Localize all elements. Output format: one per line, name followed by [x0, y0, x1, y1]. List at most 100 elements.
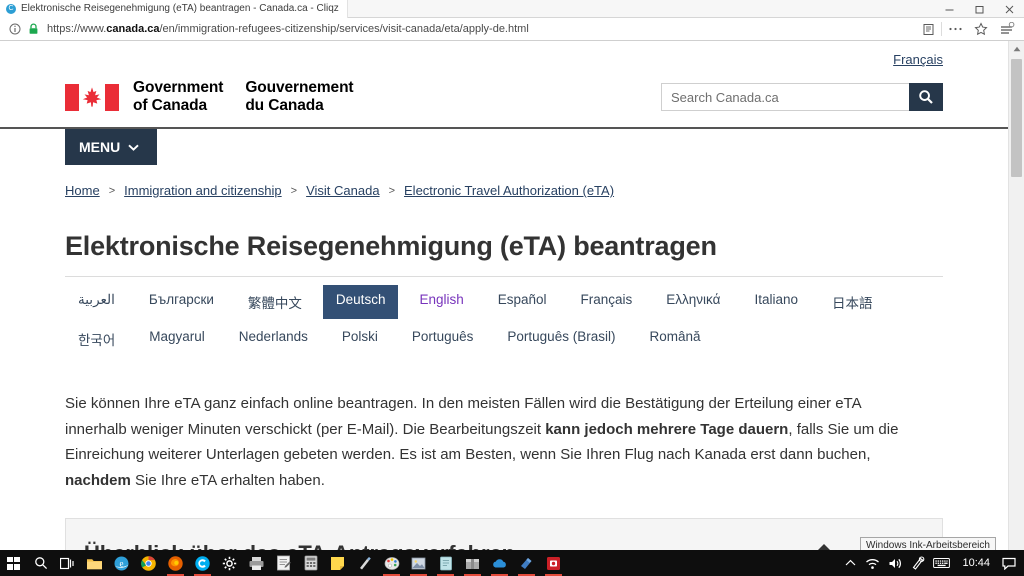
browser-tab-title: Elektronische Reisegenehmigung (eTA) bea… [21, 3, 339, 14]
canada-flag-icon [65, 83, 119, 111]
sticky-notes-icon[interactable] [324, 550, 351, 576]
language-toggle-link[interactable]: Français [893, 52, 943, 67]
paint-icon[interactable] [378, 550, 405, 576]
cliqz-browser-icon[interactable] [189, 550, 216, 576]
browser-tab[interactable]: C Elektronische Reisegenehmigung (eTA) b… [0, 0, 348, 18]
google-chrome-icon[interactable] [135, 550, 162, 576]
search-button[interactable] [909, 83, 943, 111]
volume-icon[interactable] [884, 550, 907, 576]
brand-row: Government of Canada Gouvernement du Can… [65, 71, 943, 127]
windows-taskbar: e 10:44 [0, 550, 1024, 576]
breadcrumb-separator: > [388, 184, 396, 197]
show-hidden-icons-chevron[interactable] [839, 550, 861, 576]
breadcrumb-separator: > [290, 184, 298, 197]
settings-gear-icon[interactable] [216, 550, 243, 576]
page-viewport: Français Government of Canada Gouverneme… [0, 41, 1024, 567]
scroll-up-arrow-icon[interactable] [1009, 41, 1024, 57]
printer-icon[interactable] [243, 550, 270, 576]
lang-tab-nederlands[interactable]: Nederlands [226, 322, 321, 356]
snipping-tool-icon[interactable] [351, 550, 378, 576]
notepad-icon[interactable] [270, 550, 297, 576]
window-controls [934, 0, 1024, 18]
lang-tab-greek[interactable]: Ελληνικά [653, 285, 733, 319]
language-tabs: العربية Български 繁體中文 Deutsch English E… [65, 285, 943, 359]
bookmark-star-icon[interactable] [968, 19, 994, 39]
search-input[interactable] [661, 83, 909, 111]
lang-tab-korean[interactable]: 한국어 [65, 322, 128, 356]
reader-mode-icon[interactable] [915, 19, 941, 39]
menu-button-label: MENU [79, 139, 121, 155]
breadcrumb-item-immigration[interactable]: Immigration and citizenship [124, 183, 282, 198]
intro-paragraph: Sie können Ihre eTA ganz einfach online … [65, 391, 925, 493]
touch-keyboard-icon[interactable] [929, 550, 954, 576]
lang-tab-romana[interactable]: Română [636, 322, 713, 356]
scrollbar-thumb[interactable] [1011, 59, 1022, 177]
page-title: Elektronische Reisegenehmigung (eTA) bea… [65, 231, 943, 277]
url-prefix: https://www. [47, 23, 107, 35]
media-player-icon[interactable] [513, 550, 540, 576]
page-info-icon[interactable] [8, 22, 22, 36]
wordmark-text: Government of Canada Gouvernement du Can… [133, 79, 354, 115]
breadcrumb-item-home[interactable]: Home [65, 183, 100, 198]
task-view-icon[interactable] [54, 550, 81, 576]
menu-button[interactable]: MENU [65, 129, 157, 165]
file-explorer-icon[interactable] [81, 550, 108, 576]
chevron-down-icon [128, 144, 139, 151]
screen: C Elektronische Reisegenehmigung (eTA) b… [0, 0, 1024, 576]
breadcrumb-item-eta[interactable]: Electronic Travel Authorization (eTA) [404, 183, 614, 198]
windows-start-icon[interactable] [0, 550, 27, 576]
url-text[interactable]: https://www.canada.ca/en/immigration-ref… [47, 23, 915, 35]
page-actions-icon[interactable] [942, 19, 968, 39]
archive-icon[interactable] [459, 550, 486, 576]
lang-tab-deutsch[interactable]: Deutsch [322, 285, 399, 319]
site-search [661, 83, 943, 111]
url-path: /en/immigration-refugees-citizenship/ser… [159, 23, 529, 35]
maximize-icon[interactable] [964, 0, 994, 18]
close-icon[interactable] [994, 0, 1024, 18]
menu-band: MENU [0, 127, 1008, 165]
taskbar-clock[interactable]: 10:44 [954, 550, 998, 576]
screenshot-tool-icon[interactable] [540, 550, 567, 576]
internet-explorer-icon[interactable]: e [108, 550, 135, 576]
wifi-icon[interactable] [861, 550, 884, 576]
svg-text:e: e [120, 558, 124, 568]
photo-viewer-icon[interactable] [405, 550, 432, 576]
lang-tab-polski[interactable]: Polski [329, 322, 391, 356]
browser-url-bar: https://www.canada.ca/en/immigration-ref… [0, 18, 1024, 41]
breadcrumb-separator: > [108, 184, 116, 197]
cliqz-menu-icon[interactable] [994, 19, 1020, 39]
webpage-content: Français Government of Canada Gouverneme… [0, 41, 1008, 567]
lang-tab-francais[interactable]: Français [568, 285, 646, 319]
lang-tab-bulgarian[interactable]: Български [136, 285, 227, 319]
lang-tab-japanese[interactable]: 日本語 [819, 285, 886, 319]
lang-tab-portugues-brasil[interactable]: Português (Brasil) [494, 322, 628, 356]
wordmark-fr-line1: Gouvernement [245, 79, 354, 96]
lock-icon[interactable] [26, 22, 40, 36]
intro-bold-nachdem: nachdem [65, 471, 131, 489]
lang-tab-english[interactable]: English [406, 285, 476, 319]
lang-tab-portugues[interactable]: Português [399, 322, 487, 356]
lang-tab-espanol[interactable]: Español [485, 285, 560, 319]
page-scrollbar[interactable] [1008, 41, 1024, 567]
intro-bold-processing-time: kann jedoch mehrere Tage dauern [545, 420, 789, 438]
windows-ink-workspace-icon[interactable] [907, 550, 929, 576]
cliqz-favicon-icon: C [6, 3, 16, 14]
intro-text-part3: Sie Ihre eTA erhalten haben. [130, 471, 325, 489]
language-toggle-row: Français [65, 47, 943, 71]
url-domain: canada.ca [106, 23, 160, 35]
lang-tab-arabic[interactable]: العربية [65, 285, 128, 319]
goc-wordmark[interactable]: Government of Canada Gouvernement du Can… [65, 79, 354, 115]
onedrive-icon[interactable] [486, 550, 513, 576]
taskbar-search-icon[interactable] [27, 550, 54, 576]
wordmark-en-line1: Government [133, 79, 224, 96]
lang-tab-italiano[interactable]: Italiano [741, 285, 811, 319]
lang-tab-magyarul[interactable]: Magyarul [136, 322, 218, 356]
notes-app-icon[interactable] [432, 550, 459, 576]
firefox-icon[interactable] [162, 550, 189, 576]
lang-tab-chinese-traditional[interactable]: 繁體中文 [235, 285, 315, 319]
action-center-icon[interactable] [998, 550, 1020, 576]
minimize-icon[interactable] [934, 0, 964, 18]
search-icon [919, 90, 933, 104]
breadcrumb-item-visit-canada[interactable]: Visit Canada [306, 183, 379, 198]
calculator-icon[interactable] [297, 550, 324, 576]
